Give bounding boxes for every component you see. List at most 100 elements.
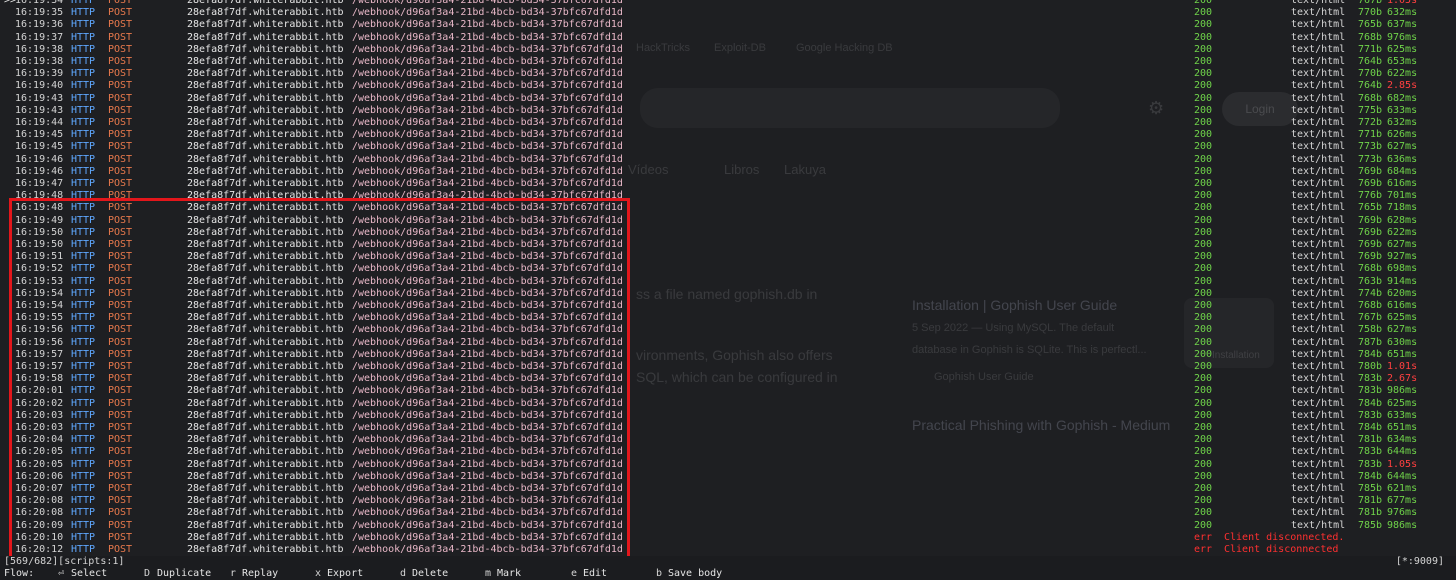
flow-size: 767b: [1358, 312, 1383, 324]
flow-duration: 632ms: [1387, 117, 1418, 128]
flow-scheme: HTTP: [71, 92, 96, 104]
flow-size: 783b: [1358, 458, 1383, 470]
flow-size: 768b: [1358, 92, 1383, 104]
flow-status: 200: [1194, 129, 1213, 141]
flow-duration: 701ms: [1387, 190, 1418, 202]
flow-time: 16:19:45: [15, 141, 64, 153]
key-select-label: Select: [71, 568, 108, 579]
key-save-body-label: Save body: [668, 568, 723, 579]
flow-content-type: text/html: [1291, 7, 1346, 19]
flow-row[interactable]: 16:19:35 HTTP POST 28efa8f7df.whiterabbit.h…: [0, 7, 1456, 19]
flow-content-type: text/html: [1291, 300, 1346, 311]
flow-content-type: text/html: [1291, 251, 1346, 263]
key-mark[interactable]: m: [485, 567, 491, 580]
key-select[interactable]: ⏎: [58, 567, 64, 580]
flow-row[interactable]: 16:19:45 HTTP POST 28efa8f7df.whiterabbit.h…: [0, 129, 1456, 141]
flow-scheme: HTTP: [71, 0, 96, 6]
key-replay[interactable]: r: [230, 567, 236, 580]
flow-row[interactable]: 16:19:47 HTTP POST 28efa8f7df.whiterabbit.h…: [0, 178, 1456, 190]
flow-status: 200: [1194, 117, 1213, 128]
flow-status: 200: [1194, 190, 1213, 202]
flow-content-type: text/html: [1291, 434, 1346, 446]
flow-status: 200: [1194, 92, 1213, 104]
flow-content-type: text/html: [1291, 202, 1346, 214]
flow-size: 763b: [1358, 275, 1383, 287]
flow-row[interactable]: 16:19:46 HTTP POST 28efa8f7df.whiterabbit.h…: [0, 154, 1456, 166]
flow-method: POST: [108, 43, 133, 55]
flow-duration: 620ms: [1387, 287, 1418, 299]
flow-time: 16:19:35: [15, 7, 64, 19]
flow-host: 28efa8f7df.whiterabbit.htb: [187, 129, 344, 141]
flow-content-type: text/html: [1291, 239, 1346, 250]
key-duplicate[interactable]: D: [144, 567, 150, 580]
flow-duration: 927ms: [1387, 251, 1418, 263]
flow-status: 200: [1194, 422, 1213, 433]
flow-content-type: text/html: [1291, 190, 1346, 202]
flow-size: 785b: [1358, 483, 1383, 494]
flow-size: 767b: [1358, 0, 1383, 6]
flow-content-type: text/html: [1291, 385, 1346, 397]
flow-host: 28efa8f7df.whiterabbit.htb: [187, 56, 344, 67]
flow-row[interactable]: 16:19:40 HTTP POST 28efa8f7df.whiterabbit.h…: [0, 80, 1456, 92]
flow-method: POST: [108, 129, 133, 141]
flow-size: 783b: [1358, 446, 1383, 458]
flow-size: 769b: [1358, 165, 1383, 177]
flow-status: 200: [1194, 19, 1213, 31]
flow-status: 200: [1194, 470, 1213, 482]
key-edit[interactable]: e: [571, 567, 577, 580]
flow-row[interactable]: 16:19:38 HTTP POST 28efa8f7df.whiterabbit.h…: [0, 56, 1456, 68]
flow-row[interactable]: 16:19:37 HTTP POST 28efa8f7df.whiterabbit.h…: [0, 32, 1456, 44]
flow-status: 200: [1194, 300, 1213, 311]
flow-row[interactable]: 16:19:45 HTTP POST 28efa8f7df.whiterabbit.h…: [0, 141, 1456, 153]
flow-row[interactable]: 16:19:38 HTTP POST 28efa8f7df.whiterabbit.h…: [0, 44, 1456, 56]
flow-host: 28efa8f7df.whiterabbit.htb: [187, 68, 344, 80]
flow-method: POST: [108, 178, 133, 189]
flow-size: 784b: [1358, 422, 1383, 433]
flow-path: /webhook/d96af3a4-21bd-4bcb-bd34-37bfc67…: [352, 80, 623, 92]
flow-content-type: text/html: [1291, 129, 1346, 141]
flow-row[interactable]: 16:19:43 HTTP POST 28efa8f7df.whiterabbit.h…: [0, 105, 1456, 117]
flow-content-type: text/html: [1291, 519, 1346, 531]
flow-row[interactable]: >> 16:19:34 HTTP POST 28efa8f7df.whiterabbit…: [0, 0, 1456, 7]
flow-duration: 914ms: [1387, 275, 1418, 287]
flow-row[interactable]: 16:19:36 HTTP POST 28efa8f7df.whiterabbit.h…: [0, 19, 1456, 31]
flow-status: 200: [1194, 446, 1213, 458]
flow-row[interactable]: 16:19:46 HTTP POST 28efa8f7df.whiterabbit.h…: [0, 166, 1456, 178]
flow-row[interactable]: 16:19:44 HTTP POST 28efa8f7df.whiterabbit.h…: [0, 117, 1456, 129]
flow-size: 781b: [1358, 434, 1383, 446]
flow-duration: 630ms: [1387, 336, 1418, 348]
key-save-body[interactable]: b: [656, 567, 662, 580]
flow-duration: 976ms: [1387, 507, 1418, 519]
flow-duration: 632ms: [1387, 7, 1418, 19]
flow-duration: 698ms: [1387, 263, 1418, 275]
flow-size: 771b: [1358, 43, 1383, 55]
flow-content-type: text/html: [1291, 495, 1346, 507]
key-delete-label: Delete: [412, 568, 449, 579]
flow-duration: 634ms: [1387, 434, 1418, 446]
flow-time: 16:19:36: [15, 19, 64, 31]
flow-time: 16:19:38: [15, 43, 64, 55]
flow-status: 200: [1194, 519, 1213, 531]
key-delete[interactable]: d: [400, 567, 406, 580]
flow-content-type: text/html: [1291, 178, 1346, 189]
key-export[interactable]: x: [315, 567, 321, 580]
flow-time: 16:19:37: [15, 31, 64, 43]
flow-size: 769b: [1358, 178, 1383, 189]
flow-size: 774b: [1358, 287, 1383, 299]
flow-path: /webhook/d96af3a4-21bd-4bcb-bd34-37bfc67…: [352, 165, 623, 177]
flow-content-type: text/html: [1291, 141, 1346, 153]
flow-path: /webhook/d96af3a4-21bd-4bcb-bd34-37bfc67…: [352, 92, 623, 104]
flow-duration: 1.01s: [1387, 361, 1418, 372]
flow-duration: 622ms: [1387, 226, 1418, 238]
flow-time: 16:19:44: [15, 117, 64, 128]
flow-row[interactable]: 16:19:43 HTTP POST 28efa8f7df.whiterabbit.h…: [0, 93, 1456, 105]
flow-status: 200: [1194, 56, 1213, 67]
flow-status: 200: [1194, 507, 1213, 519]
flow-duration: 682ms: [1387, 92, 1418, 104]
flow-duration: 628ms: [1387, 214, 1418, 226]
flow-size: 769b: [1358, 239, 1383, 250]
flow-size: 769b: [1358, 226, 1383, 238]
flow-row[interactable]: 16:19:39 HTTP POST 28efa8f7df.whiterabbit.h…: [0, 68, 1456, 80]
flow-status: 200: [1194, 251, 1213, 263]
flow-duration: 644ms: [1387, 470, 1418, 482]
